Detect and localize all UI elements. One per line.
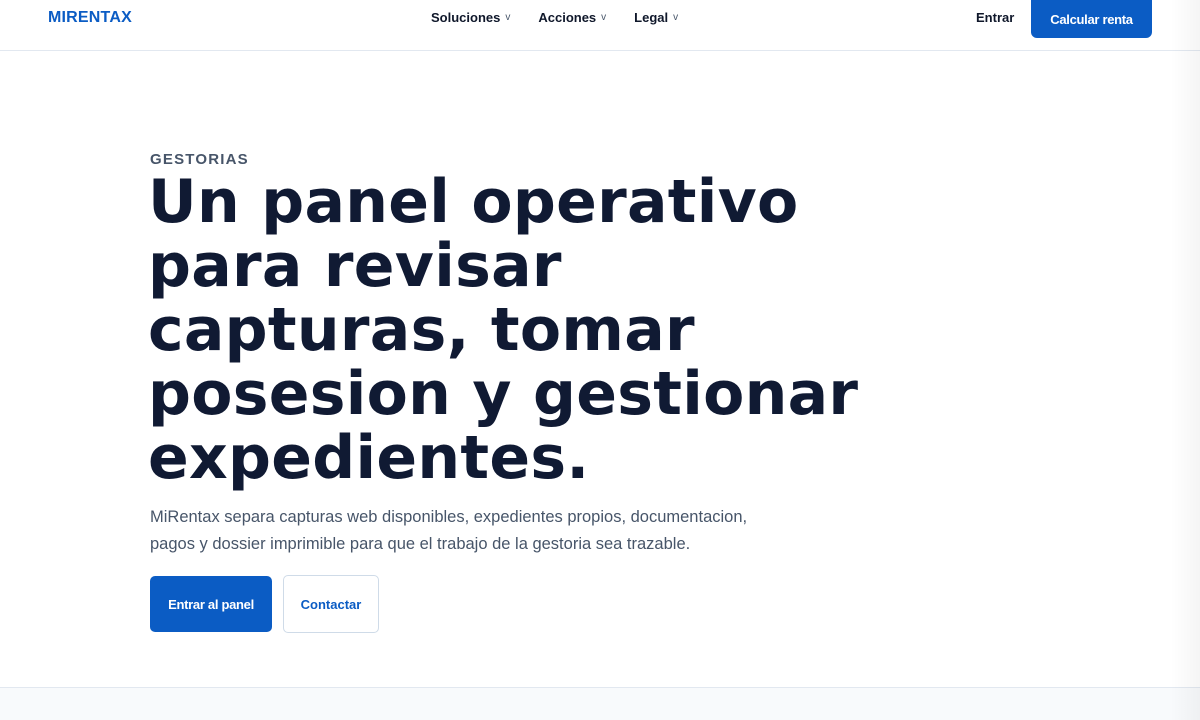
nav-item-label: Legal xyxy=(634,10,669,25)
hero-title: Un panel operativo para revisar capturas… xyxy=(148,167,859,493)
hero-eyebrow: GESTORIAS xyxy=(150,151,249,168)
nav-item-soluciones[interactable]: Soluciones v xyxy=(431,10,510,25)
nav-item-label: Soluciones xyxy=(431,10,501,25)
calculate-button[interactable]: Calcular renta xyxy=(1031,0,1152,38)
logo[interactable]: MIRENTAX xyxy=(48,9,132,27)
nav-item-acciones[interactable]: Acciones v xyxy=(538,10,606,25)
next-section-band xyxy=(0,687,1200,720)
chevron-down-icon: v xyxy=(505,12,511,23)
nav-item-legal[interactable]: Legal v xyxy=(634,10,678,25)
nav-item-label: Acciones xyxy=(538,10,597,25)
enter-panel-button[interactable]: Entrar al panel xyxy=(150,576,272,632)
page: MIRENTAX Soluciones v Acciones v Legal v… xyxy=(0,0,1200,720)
contact-button[interactable]: Contactar xyxy=(283,575,379,633)
login-link[interactable]: Entrar xyxy=(976,10,1014,25)
hero-description: MiRentax separa capturas web disponibles… xyxy=(150,508,748,553)
chevron-down-icon: v xyxy=(601,12,607,23)
main-nav: Soluciones v Acciones v Legal v xyxy=(431,10,706,25)
site-header: MIRENTAX Soluciones v Acciones v Legal v… xyxy=(0,0,1200,51)
chevron-down-icon: v xyxy=(673,12,679,23)
edge-shadow xyxy=(1170,0,1200,720)
